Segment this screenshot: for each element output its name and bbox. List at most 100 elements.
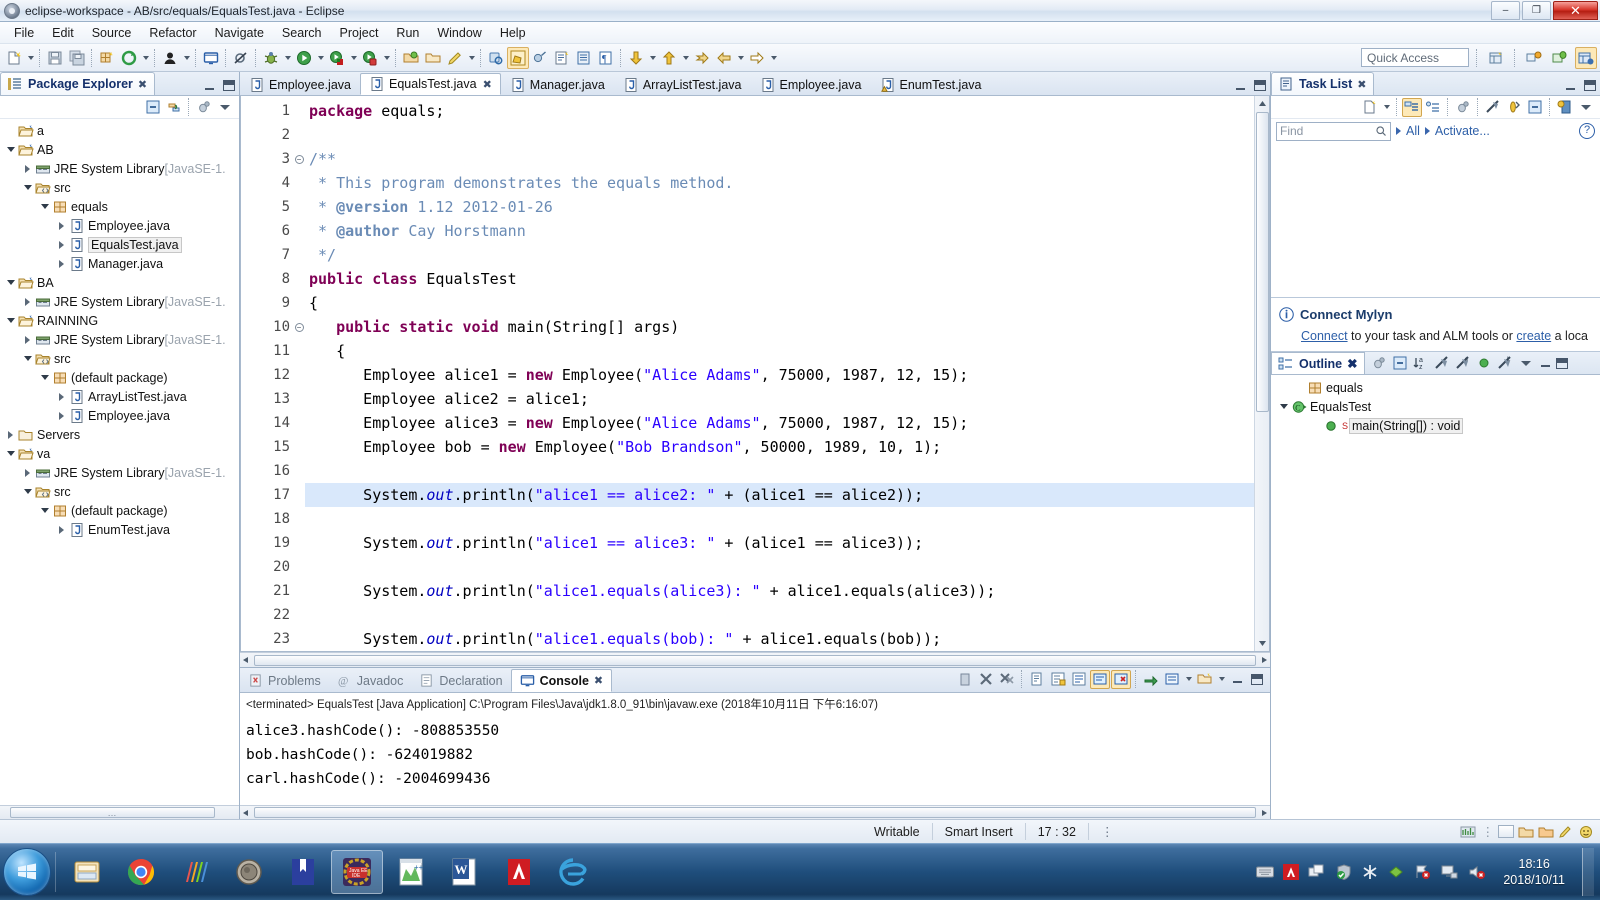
close-icon[interactable]: ✖ [483, 78, 492, 91]
twisty-open-icon[interactable] [21, 185, 34, 190]
next-dropdown-icon[interactable] [647, 47, 658, 69]
close-icon[interactable]: ✖ [1347, 356, 1357, 371]
filter-activate-link[interactable]: Activate... [1435, 124, 1490, 138]
taskbar-item-internet-explorer[interactable] [547, 850, 599, 894]
code-line[interactable]: { [305, 291, 1254, 315]
tree-item[interactable]: AB [0, 140, 239, 159]
twisty-closed-icon[interactable] [55, 411, 68, 420]
menu-item-run[interactable]: Run [387, 23, 428, 43]
tree-item[interactable]: Manager.java [0, 254, 239, 273]
minimize-button[interactable]: – [1491, 1, 1520, 20]
tree-item[interactable]: (default package) [0, 501, 239, 520]
taskbar-item-coin-app[interactable] [223, 850, 275, 894]
twisty-closed-icon[interactable] [55, 525, 68, 534]
editor-tab-enumtest-5[interactable]: EnumTest.java [871, 73, 991, 95]
asterisk-icon[interactable] [1362, 864, 1378, 880]
project-tree[interactable]: a AB JRE System Library [JavaSE-1. src equal… [0, 119, 239, 805]
keyboard-icon[interactable] [1256, 866, 1275, 878]
close-icon[interactable]: ✖ [1357, 78, 1366, 91]
profile-icon[interactable] [359, 47, 381, 69]
menu-item-source[interactable]: Source [83, 23, 141, 43]
tree-item[interactable]: ArrayListTest.java [0, 387, 239, 406]
tree-item[interactable]: va [0, 444, 239, 463]
scroll-down-icon[interactable] [1255, 636, 1270, 651]
editor-tab-employee-4[interactable]: Employee.java [751, 73, 871, 95]
tree-item[interactable]: JRE System Library [JavaSE-1. [0, 292, 239, 311]
windows-tray-icon[interactable] [1308, 864, 1326, 880]
menu-item-navigate[interactable]: Navigate [206, 23, 273, 43]
twisty-closed-icon[interactable] [21, 164, 34, 173]
hide-static-icon[interactable]: s [1453, 354, 1473, 373]
code-line[interactable]: System.out.println("alice1 == alice3: " … [305, 531, 1254, 555]
maximize-icon[interactable] [1254, 80, 1266, 91]
new-task-icon[interactable] [1360, 98, 1380, 117]
taskbar-item-microsoft-word[interactable]: W [439, 850, 491, 894]
twisty-open-icon[interactable] [4, 451, 17, 456]
flag-error-icon[interactable] [1414, 864, 1432, 880]
view-menu-icon[interactable] [1516, 354, 1536, 373]
open-perspective-icon[interactable] [1485, 47, 1507, 69]
tree-item[interactable]: src [0, 178, 239, 197]
menu-item-window[interactable]: Window [428, 23, 490, 43]
sort-icon[interactable]: az [1411, 354, 1431, 373]
tree-item[interactable]: equals [0, 197, 239, 216]
code-line[interactable]: /** [305, 147, 1254, 171]
menu-item-file[interactable]: File [5, 23, 43, 43]
tree-item[interactable]: EqualsTest.java [0, 235, 239, 254]
maximize-icon[interactable] [223, 80, 235, 91]
help-icon[interactable]: ? [1579, 123, 1595, 139]
status-menu-icon[interactable]: ⋮ [1089, 823, 1126, 840]
code-line[interactable]: Employee bob = new Employee("Bob Brandso… [305, 435, 1254, 459]
scroll-left-icon[interactable] [240, 807, 252, 819]
filter-all-link[interactable]: All [1406, 124, 1420, 138]
console-tab-declaration[interactable]: Declaration [411, 669, 510, 692]
outline-tree[interactable]: equals C EqualsTest Smain(String[]) : void [1271, 375, 1600, 819]
taskbar-item-adobe-acrobat[interactable] [493, 850, 545, 894]
twisty-open-icon[interactable] [4, 318, 17, 323]
forward-icon[interactable] [746, 47, 768, 69]
twisty-open-icon[interactable] [21, 489, 34, 494]
close-icon[interactable]: ✖ [594, 674, 603, 687]
twisty-open-icon[interactable] [1277, 404, 1290, 409]
back-alt-icon[interactable] [713, 47, 735, 69]
status-pill-1[interactable] [1498, 825, 1514, 838]
close-icon[interactable]: ✖ [138, 78, 147, 91]
tab-package-explorer[interactable]: Package Explorer ✖ [0, 72, 156, 95]
scroll-left-icon[interactable] [240, 654, 252, 666]
menu-item-search[interactable]: Search [273, 23, 331, 43]
word-wrap-icon[interactable] [1069, 670, 1089, 689]
tree-item[interactable]: src [0, 482, 239, 501]
hide-completed-icon[interactable] [1483, 98, 1503, 117]
outline-item[interactable]: C EqualsTest [1271, 397, 1600, 416]
fold-toggle-icon[interactable]: − [293, 315, 305, 339]
new-console-dropdown-icon[interactable] [1216, 668, 1227, 690]
tree-item[interactable]: a [0, 121, 239, 140]
tree-item[interactable]: Servers [0, 425, 239, 444]
minimize-icon[interactable] [204, 81, 216, 91]
code-line[interactable]: public class EqualsTest [305, 267, 1254, 291]
close-button[interactable]: ✕ [1553, 1, 1598, 20]
minimize-icon[interactable] [1235, 81, 1247, 91]
focus-icon[interactable] [1369, 354, 1389, 373]
refresh-icon[interactable] [118, 47, 140, 69]
open-console-icon[interactable] [1141, 670, 1161, 689]
taskbar-item-java-ee-ide[interactable]: Java EE IDE [331, 850, 383, 894]
profile-dropdown-icon[interactable] [381, 47, 392, 69]
focus-icon[interactable] [194, 98, 214, 117]
mylyn-create-link[interactable]: create [1516, 329, 1551, 343]
debug-icon[interactable] [260, 47, 282, 69]
code-line[interactable] [305, 555, 1254, 579]
new-console-dropdown-parent-icon[interactable] [1195, 670, 1215, 689]
tree-item[interactable]: EnumTest.java [0, 520, 239, 539]
twisty-closed-icon[interactable] [4, 430, 17, 439]
tree-item[interactable]: (default package) [0, 368, 239, 387]
new-console-view-icon[interactable] [1162, 670, 1182, 689]
code-line[interactable] [305, 123, 1254, 147]
twisty-closed-icon[interactable] [21, 297, 34, 306]
start-orb-icon[interactable] [3, 848, 51, 896]
shield-check-icon[interactable] [1335, 864, 1353, 880]
tab-task-list[interactable]: Task List ✖ [1271, 72, 1375, 95]
pencil-icon[interactable] [444, 47, 466, 69]
maximize-icon[interactable] [1251, 673, 1263, 685]
code-line[interactable]: Employee alice2 = alice1; [305, 387, 1254, 411]
